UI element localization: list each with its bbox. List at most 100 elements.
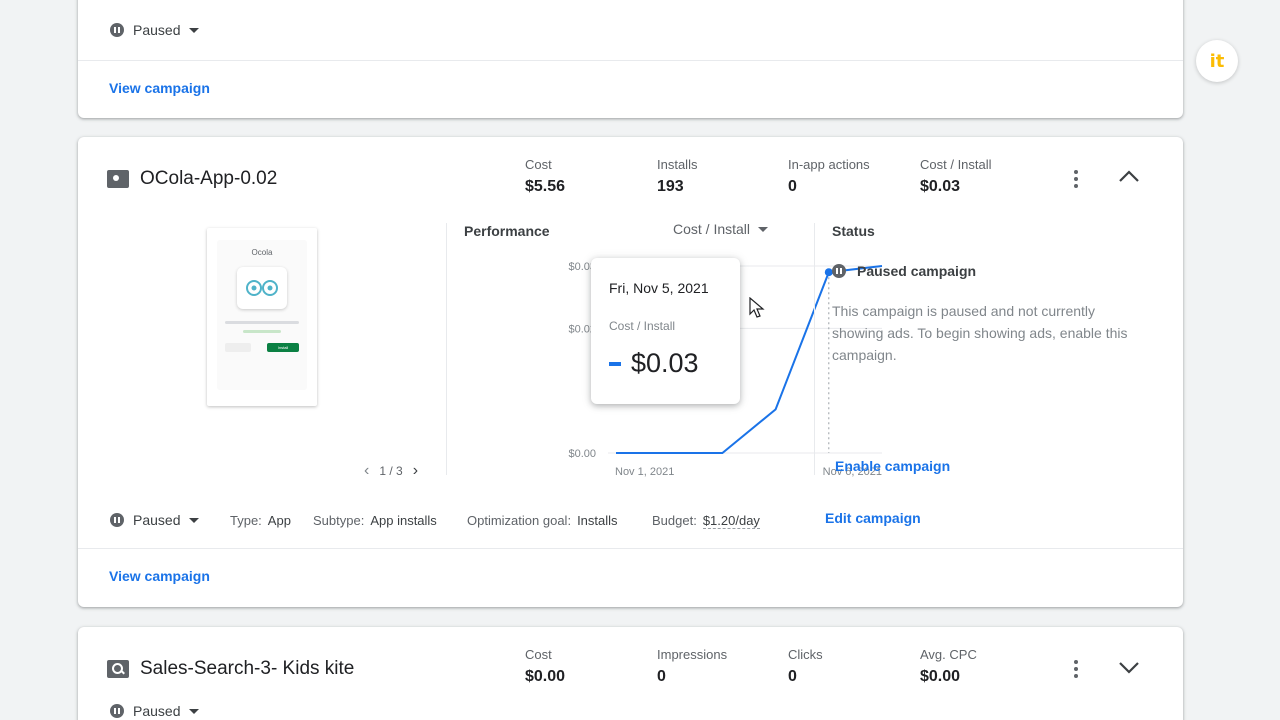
metric-label: Cost / Install [920,157,992,172]
mouse-cursor-icon [749,297,765,318]
enable-campaign-link[interactable]: Enable campaign [835,458,950,474]
campaign-title[interactable]: Sales-Search-3- Kids kite [107,658,354,680]
chevron-down-icon[interactable] [1118,661,1140,675]
metric-clicks: Clicks 0 [788,647,823,686]
preview-text-lines [225,321,299,324]
meta-label: Type: [230,513,262,528]
badge-text: it [1209,50,1225,72]
campaign-title[interactable]: OCola-App-0.02 [107,168,277,190]
preview-pager: ‹ 1 / 3 › [364,462,418,480]
metric-value: 0 [657,668,666,685]
more-options-icon[interactable] [1066,167,1086,191]
divider [78,548,1183,549]
divider [814,223,815,475]
preview-buttons: Install [225,343,299,352]
campaign-name: OCola-App-0.02 [140,168,278,189]
metric-value: $0.03 [920,178,961,195]
divider [78,60,1183,61]
status-label: Paused [133,703,181,719]
metric-value: 0 [788,178,797,195]
tooltip-value-row: $0.03 [609,348,699,379]
x-tick-label: Nov 1, 2021 [615,466,674,478]
metric-cost: Cost $0.00 [525,647,565,686]
status-label: Paused [133,22,181,38]
metric-value: 193 [657,178,684,195]
metric-label: Installs [657,157,698,172]
status-state: Paused campaign [832,263,976,279]
campaign-name: Sales-Search-3- Kids kite [140,658,355,679]
metric-label: Cost [525,157,552,172]
app-icon [237,267,287,309]
budget-value[interactable]: $1.20/day [702,513,760,529]
edit-campaign-link[interactable]: Edit campaign [825,510,921,526]
metric-label: Impressions [657,647,728,662]
preview-secondary-button [225,343,251,352]
caret-down-icon [758,226,769,232]
y-tick-label: $0.00 [568,448,596,460]
pause-icon [110,23,124,37]
view-campaign-link[interactable]: View campaign [109,568,210,584]
pause-icon [110,513,124,527]
metric-label: Clicks [788,647,823,662]
ad-preview[interactable]: Ocola Install [207,228,317,406]
metric-installs: Installs 193 [657,157,697,196]
campaign-card-app: OCola-App-0.02 Cost $5.56 Installs 193 I… [78,137,1183,607]
meta-value: App installs [370,513,437,528]
status-dropdown[interactable]: Paused [110,512,200,528]
preview-install-button: Install [267,343,299,352]
meta-label: Budget: [652,513,697,528]
search-campaign-icon [107,660,129,678]
caret-down-icon [189,27,200,33]
metric-cost-per-install: Cost / Install $0.03 [920,157,992,196]
campaign-card-previous: Paused View campaign [78,0,1183,118]
phone-screen: Ocola Install [217,240,307,390]
series-swatch-icon [609,361,621,366]
more-options-icon[interactable] [1066,657,1086,681]
metric-value: $5.56 [525,178,566,195]
status-title: Status [832,223,875,239]
tooltip-value: $0.03 [631,348,699,378]
meta-budget: Budget: $1.20/day [652,513,760,529]
metric-cost: Cost $5.56 [525,157,565,196]
metric-value: $0.00 [920,668,961,685]
chevron-up-icon[interactable] [1118,169,1140,183]
campaign-card-search: Sales-Search-3- Kids kite Cost $0.00 Imp… [78,627,1183,720]
chevron-left-icon[interactable]: ‹ [364,462,369,480]
tooltip-metric: Cost / Install [609,319,676,333]
preview-app-name: Ocola [251,248,273,257]
metric-value: $0.00 [525,668,566,685]
meta-subtype: Subtype: App installs [313,513,437,528]
metric-avg-cpc: Avg. CPC $0.00 [920,647,977,686]
metric-label: Cost [525,647,552,662]
chevron-right-icon[interactable]: › [413,462,418,480]
owl-logo-icon [246,280,278,296]
status-description: This campaign is paused and not currentl… [832,303,1128,363]
meta-value: Installs [577,513,618,528]
meta-optimization-goal: Optimization goal: Installs [467,513,618,528]
status-dropdown[interactable]: Paused [110,703,200,719]
pause-icon [110,704,124,718]
status-dropdown[interactable]: Paused [110,22,200,38]
meta-label: Subtype: [313,513,365,528]
metric-impressions: Impressions 0 [657,647,727,686]
metric-selector[interactable]: Cost / Install [673,221,769,237]
pager-label: 1 / 3 [379,464,403,478]
caret-down-icon [189,517,200,523]
app-campaign-icon [107,170,129,188]
performance-title: Performance [464,223,550,239]
tooltip-date: Fri, Nov 5, 2021 [609,280,709,296]
assistant-badge-icon[interactable]: it [1196,40,1238,82]
view-campaign-link[interactable]: View campaign [109,80,210,96]
status-label: Paused [133,512,181,528]
metric-in-app-actions: In-app actions 0 [788,157,870,196]
pause-icon [832,264,846,278]
metric-value: 0 [788,668,797,685]
status-state-label: Paused campaign [857,263,977,279]
caret-down-icon [189,708,200,714]
divider [446,223,447,475]
meta-type: Type: App [230,513,291,528]
chart-tooltip: Fri, Nov 5, 2021 Cost / Install $0.03 [591,258,740,404]
metric-label: In-app actions [788,157,870,172]
metric-label: Avg. CPC [920,647,977,662]
metric-selector-label: Cost / Install [673,221,751,237]
